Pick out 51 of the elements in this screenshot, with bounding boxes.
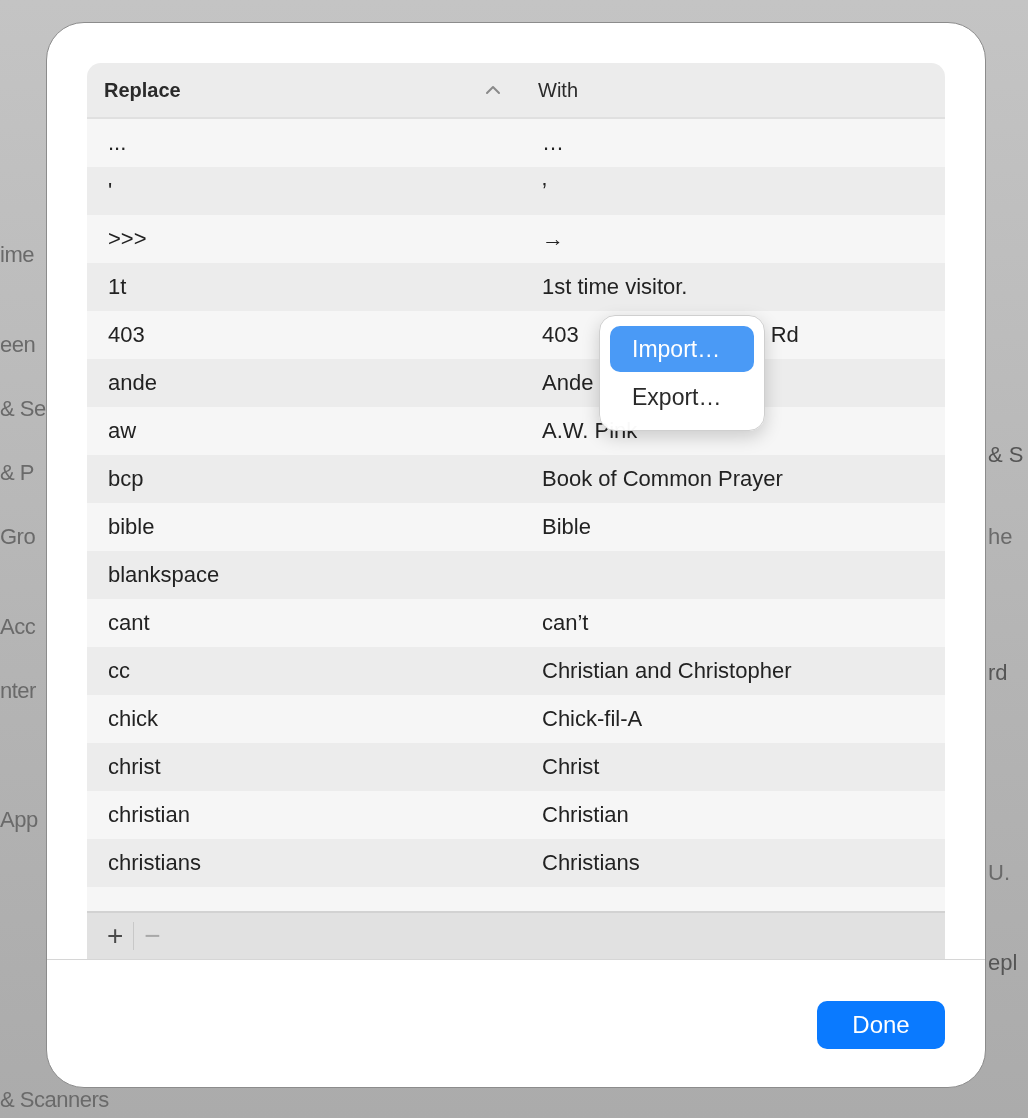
table-cell: → bbox=[542, 226, 564, 252]
table-cell-text: cc bbox=[107, 658, 131, 684]
table-cell-text: blankspace bbox=[107, 562, 221, 588]
table-cell: 403 bbox=[542, 322, 579, 348]
table-cell-text: cant bbox=[107, 610, 151, 636]
table-cell: Christ bbox=[542, 754, 600, 780]
settings-row-label: & S bbox=[988, 441, 1024, 469]
table-cell-text: chick bbox=[107, 706, 160, 732]
table-cell: 1st time visitor. bbox=[542, 274, 688, 300]
table-cell: … bbox=[542, 130, 564, 156]
table-cell-text: christ bbox=[107, 754, 162, 780]
table-cell: Chick-fil-A bbox=[542, 706, 643, 732]
chevron-up-icon bbox=[485, 85, 501, 95]
table-cell-text: christians bbox=[107, 850, 202, 876]
settings-sidebar-item: Gro bbox=[0, 523, 36, 551]
settings-row-label: rd bbox=[988, 659, 1008, 687]
menu-item[interactable]: Export… bbox=[610, 374, 754, 420]
table-cell-text: bible bbox=[107, 514, 156, 540]
table-cell: Christian bbox=[542, 802, 629, 828]
settings-sidebar-item: een bbox=[0, 331, 36, 359]
settings-sidebar-item: & Se bbox=[0, 395, 46, 423]
table-cell-text: >>> bbox=[107, 226, 148, 252]
settings-sidebar-item: & Scanners bbox=[0, 1086, 109, 1114]
settings-sidebar-item: & P bbox=[0, 459, 34, 487]
table-cell-text: ' bbox=[107, 178, 114, 204]
table-cell-text: 403 bbox=[107, 322, 146, 348]
settings-row-label: he bbox=[988, 523, 1013, 551]
table-cell: ’ bbox=[542, 178, 547, 204]
table-cell: can’t bbox=[542, 610, 589, 636]
table-cell: Christian and Christopher bbox=[542, 658, 792, 684]
table-cell: Book of Common Prayer bbox=[542, 466, 783, 492]
add-button[interactable]: + bbox=[97, 922, 134, 950]
column-header[interactable]: Replace bbox=[104, 78, 181, 102]
table-cell: Christians bbox=[542, 850, 640, 876]
table-cell-text: bcp bbox=[107, 466, 145, 492]
settings-sidebar-item: App bbox=[0, 806, 38, 834]
settings-sidebar-item: ime bbox=[0, 241, 34, 269]
table-cell-text: ... bbox=[107, 130, 128, 156]
table-cell-text: aw bbox=[107, 418, 138, 444]
settings-row-label: epl bbox=[988, 949, 1018, 977]
table-cell-text: christian bbox=[107, 802, 191, 828]
table-cell: Rd bbox=[770, 322, 799, 348]
settings-sidebar-item: Acc bbox=[0, 613, 36, 641]
column-header[interactable]: With bbox=[538, 78, 578, 102]
table-cell-text: 1t bbox=[107, 274, 128, 300]
table-cell: Ande bbox=[542, 370, 594, 396]
settings-row-label: U. bbox=[988, 859, 1010, 887]
table-cell-text: ande bbox=[107, 370, 158, 396]
done-button[interactable]: Done bbox=[817, 1001, 945, 1049]
settings-sidebar-item: nter bbox=[0, 677, 36, 705]
table-cell: Bible bbox=[542, 514, 591, 540]
